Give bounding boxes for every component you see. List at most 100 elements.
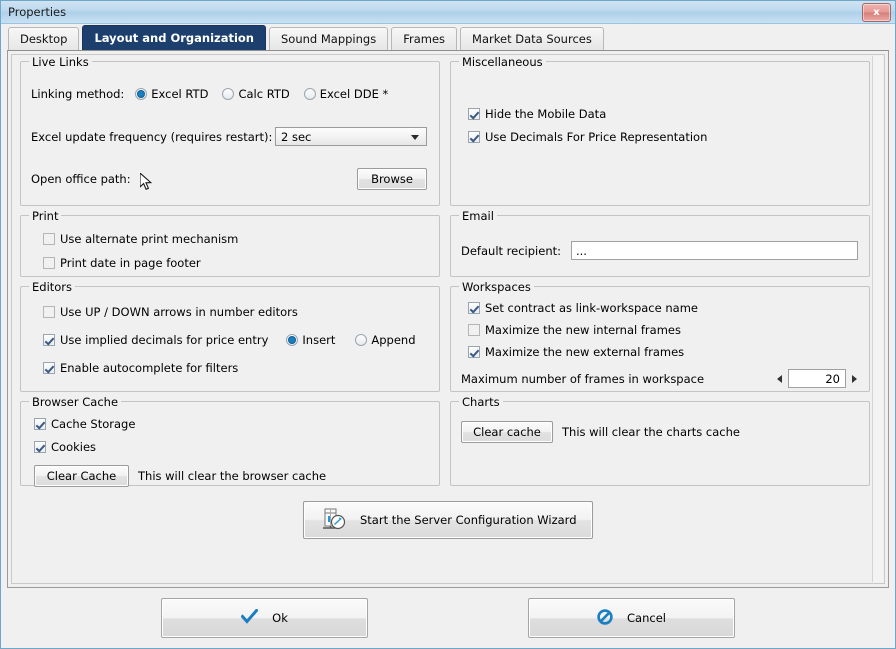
group-legend: Browser Cache [29,395,122,409]
checkbox-cookies[interactable] [34,441,46,453]
linking-method-label: Linking method: [31,87,125,101]
tab-sound-mappings[interactable]: Sound Mappings [269,27,389,50]
clear-charts-cache-button[interactable]: Clear cache [461,421,553,443]
start-server-configuration-wizard-button[interactable]: Start the Server Configuration Wizard [303,501,593,539]
checkbox-label[interactable]: Use Decimals For Price Representation [485,130,707,144]
close-icon: x [873,7,880,18]
update-frequency-row: Excel update frequency (requires restart… [31,127,429,146]
group-legend: Workspaces [459,280,534,294]
checkbox-set-contract-as-link-workspace-name[interactable] [468,302,480,314]
checkbox-label[interactable]: Use UP / DOWN arrows in number editors [60,305,298,319]
radio-excel-rtd[interactable] [135,88,148,100]
clear-charts-cache-hint: This will clear the charts cache [562,425,740,439]
tab-desktop[interactable]: Desktop [8,27,80,50]
radio-append[interactable] [355,334,368,346]
tab-frames[interactable]: Frames [391,27,458,50]
checkbox-label[interactable]: Use alternate print mechanism [60,232,238,246]
update-frequency-combo[interactable]: 2 sec [275,127,427,146]
checkbox-label[interactable]: Maximize the new internal frames [485,323,681,337]
radio-insert-label[interactable]: Insert [302,333,335,347]
clear-charts-cache-row: Clear cache This will clear the charts c… [461,421,859,443]
group-editors: Editors Use UP / DOWN arrows in number e… [20,280,440,392]
checkbox-maximize-the-new-external-frames[interactable] [468,346,480,358]
group-email: Email Default recipient: ... [450,209,870,277]
radio-insert[interactable] [286,334,299,346]
max-frames-stepper: 20 [777,369,857,388]
stepper-decrement-icon[interactable] [777,374,782,383]
checkbox-use-implied-decimals[interactable] [43,334,55,346]
radio-calc-rtd-label[interactable]: Calc RTD [238,87,289,101]
open-office-path-label: Open office path: [31,172,131,186]
group-legend: Charts [459,395,503,409]
checkbox-label[interactable]: Cache Storage [51,417,135,431]
group-charts: Charts Clear cache This will clear the c… [450,395,870,486]
tab-label: Market Data Sources [472,32,592,46]
dialog-footer: Ok Cancel [1,588,895,648]
checkbox-label[interactable]: Enable autocomplete for filters [60,361,238,375]
tab-strip: Desktop Layout and Organization Sound Ma… [1,24,895,50]
radio-excel-rtd-label[interactable]: Excel RTD [151,87,208,101]
radio-append-label[interactable]: Append [371,333,415,347]
wizard-button-label: Start the Server Configuration Wizard [360,513,577,527]
max-frames-row: Maximum number of frames in workspace 20 [461,369,859,388]
checkbox-print-date-in-page-footer[interactable] [43,257,55,269]
checkbox-label[interactable]: Set contract as link-workspace name [485,301,698,315]
radio-excel-dde-label[interactable]: Excel DDE * [320,87,389,101]
checkbox-use-up-down-arrows[interactable] [43,306,55,318]
clear-browser-cache-row: Clear Cache This will clear the browser … [34,465,429,487]
implied-decimals-row: Use implied decimals for price entry Ins… [43,333,429,347]
checkbox-row: Print date in page footer [43,256,429,270]
checkbox-row: Use UP / DOWN arrows in number editors [43,305,429,319]
checkbox-row: Maximize the new external frames [468,345,859,359]
checkbox-label[interactable]: Use implied decimals for price entry [60,333,268,347]
checkbox-label[interactable]: Maximize the new external frames [485,345,684,359]
checkbox-row: Use alternate print mechanism [43,232,429,246]
browse-button[interactable]: Browse [357,168,427,190]
group-legend: Live Links [29,55,92,69]
title-bar: Properties x [1,1,895,24]
stepper-increment-icon[interactable] [852,374,857,383]
settings-columns: Live Links Linking method: Excel RTD Cal… [12,55,884,495]
update-frequency-label: Excel update frequency (requires restart… [31,129,273,144]
tab-label: Desktop [20,32,68,46]
checkbox-row: Use Decimals For Price Representation [468,130,859,144]
tab-label: Frames [403,32,446,46]
default-recipient-input[interactable]: ... [571,241,858,260]
close-button[interactable]: x [862,3,891,22]
properties-dialog: Properties x Desktop Layout and Organiza… [0,0,896,649]
checkbox-row: Cache Storage [34,417,429,431]
ok-button[interactable]: Ok [161,598,368,638]
clear-browser-cache-button[interactable]: Clear Cache [34,465,129,487]
checkbox-cache-storage[interactable] [34,418,46,430]
vertical-scrollbar[interactable] [872,56,883,582]
tab-layout-and-organization[interactable]: Layout and Organization [82,25,266,50]
checkbox-row: Cookies [34,440,429,454]
group-print: Print Use alternate print mechanism Prin… [20,209,440,277]
checkbox-hide-the-mobile-data[interactable] [468,108,480,120]
max-frames-value[interactable]: 20 [788,369,846,388]
group-miscellaneous: Miscellaneous Hide the Mobile Data Use D… [450,55,870,206]
settings-scroll-area: Live Links Linking method: Excel RTD Cal… [11,54,885,584]
cancel-button[interactable]: Cancel [528,598,735,638]
checkbox-label[interactable]: Cookies [51,440,96,454]
update-frequency-value: 2 sec [281,129,312,144]
server-wizard-icon [320,507,346,533]
default-recipient-label: Default recipient: [461,243,561,258]
tab-content-panel: Live Links Linking method: Excel RTD Cal… [7,50,889,588]
tab-market-data-sources[interactable]: Market Data Sources [460,27,604,50]
checkbox-use-alternate-print-mechanism[interactable] [43,233,55,245]
wizard-row: Start the Server Configuration Wizard [12,495,884,549]
group-browser-cache: Browser Cache Cache Storage Cookies Clea… [20,395,440,487]
radio-calc-rtd[interactable] [222,88,235,100]
group-legend: Miscellaneous [459,55,546,69]
group-legend: Print [29,209,62,223]
window-title: Properties [8,5,67,19]
checkbox-label[interactable]: Print date in page footer [60,256,201,270]
checkbox-enable-autocomplete[interactable] [43,362,55,374]
checkbox-label[interactable]: Hide the Mobile Data [485,107,606,121]
checkbox-row: Set contract as link-workspace name [468,301,859,315]
checkbox-maximize-the-new-internal-frames[interactable] [468,324,480,336]
radio-excel-dde[interactable] [303,88,316,100]
checkbox-row: Enable autocomplete for filters [43,361,429,375]
checkbox-use-decimals-for-price-representation[interactable] [468,131,480,143]
